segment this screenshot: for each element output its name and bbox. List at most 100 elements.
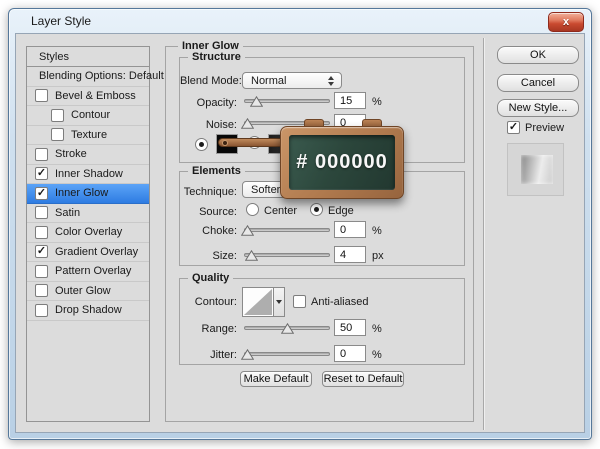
style-checkbox[interactable]: [35, 89, 48, 103]
size-slider[interactable]: [244, 248, 330, 262]
preview-thumbnail: [521, 155, 553, 184]
sidebar-item-inner-glow[interactable]: ✓ Inner Glow: [27, 184, 149, 204]
close-button[interactable]: x: [548, 12, 584, 32]
technique-label: Technique:: [183, 186, 237, 198]
sidebar-list: Blending Options: Default Bevel & Emboss C…: [27, 67, 164, 321]
contour-dropdown-button[interactable]: [274, 287, 285, 317]
reset-default-button[interactable]: Reset to Default: [322, 371, 404, 387]
style-checkbox[interactable]: [35, 284, 48, 298]
sidebar-item-label: Gradient Overlay: [55, 245, 139, 258]
sidebar-item-label: Pattern Overlay: [55, 265, 132, 278]
sidebar-item-bevel-emboss[interactable]: Bevel & Emboss: [27, 87, 149, 106]
panel-divider: [483, 38, 484, 430]
style-checkbox[interactable]: ✓: [35, 245, 48, 259]
sidebar-item-label: Outer Glow: [55, 284, 111, 297]
sidebar-item-inner-shadow[interactable]: ✓ Inner Shadow: [27, 165, 149, 184]
antialiased-checkbox[interactable]: [293, 295, 306, 308]
style-checkbox[interactable]: [35, 206, 48, 220]
slider-thumb[interactable]: [250, 96, 264, 107]
quality-legend: Quality: [188, 272, 234, 284]
style-checkbox[interactable]: [51, 108, 64, 122]
choke-unit: %: [372, 225, 382, 237]
new-style-button[interactable]: New Style...: [497, 99, 579, 117]
opacity-input[interactable]: [334, 92, 366, 109]
size-label: Size:: [212, 250, 237, 262]
source-edge-radio[interactable]: [310, 203, 323, 216]
jitter-label: Jitter:: [210, 349, 237, 361]
style-checkbox[interactable]: ✓: [35, 186, 48, 200]
slider-track[interactable]: [244, 228, 330, 232]
sidebar-item-satin[interactable]: Satin: [27, 204, 149, 223]
spinner-icon: [326, 75, 335, 86]
sidebar-item-label: Color Overlay: [55, 226, 123, 239]
sidebar-item-pattern-overlay[interactable]: Pattern Overlay: [27, 262, 149, 282]
chalkboard-text: # 000000: [296, 151, 388, 173]
cancel-button[interactable]: Cancel: [497, 74, 579, 92]
sidebar-item-label: Inner Glow: [55, 187, 109, 200]
screen: Layer Style x Styles Blending Options: D…: [0, 0, 600, 449]
sidebar-item-blending-options-default[interactable]: Blending Options: Default: [27, 67, 164, 87]
jitter-slider[interactable]: [240, 347, 330, 361]
style-checkbox[interactable]: [35, 147, 48, 161]
range-slider[interactable]: [244, 321, 330, 335]
source-label: Source:: [199, 206, 237, 218]
style-checkbox[interactable]: [51, 128, 64, 142]
inner-glow-panel: Inner Glow Structure Blend Mode: Normal …: [165, 40, 474, 422]
contour-label: Contour:: [194, 296, 237, 308]
chalkboard-surface: # 000000: [289, 135, 395, 190]
opacity-label: Opacity:: [196, 97, 237, 109]
choke-input[interactable]: [334, 221, 366, 238]
sidebar-item-label: Drop Shadow: [55, 304, 122, 317]
chalkboard-tooltip: # 000000: [280, 126, 404, 199]
preview-label: Preview: [525, 122, 565, 134]
close-icon: x: [562, 16, 570, 28]
style-checkbox[interactable]: [35, 264, 48, 278]
blend-mode-select[interactable]: Normal: [242, 72, 342, 89]
slider-thumb[interactable]: [240, 225, 254, 236]
source-edge-label: Edge: [328, 205, 354, 217]
style-checkbox[interactable]: [35, 303, 48, 317]
opacity-slider[interactable]: [244, 94, 330, 108]
quality-group: Quality Contour: Anti-aliased Range: 50 …: [179, 272, 465, 365]
sidebar-item-stroke[interactable]: Stroke: [27, 145, 149, 165]
choke-slider[interactable]: [240, 223, 330, 237]
antialiased-label: Anti-aliased: [311, 296, 369, 308]
structure-legend: Structure: [188, 51, 245, 63]
make-default-button[interactable]: Make Default: [240, 371, 312, 387]
sidebar-item-label: Contour: [71, 109, 111, 122]
sidebar-item-contour[interactable]: Contour: [27, 106, 149, 126]
jitter-input[interactable]: [334, 345, 366, 362]
contour-picker[interactable]: [242, 287, 274, 317]
check-icon: ✓: [508, 121, 519, 133]
blend-mode-value: Normal: [251, 74, 287, 87]
sidebar-item-label: Texture: [71, 128, 108, 141]
jitter-unit: %: [372, 349, 382, 361]
size-input[interactable]: [334, 246, 366, 263]
range-input[interactable]: [334, 319, 366, 336]
slider-thumb[interactable]: [240, 118, 254, 129]
slider-thumb[interactable]: [280, 323, 294, 334]
sidebar-item-label: Inner Shadow: [55, 167, 123, 180]
range-unit: %: [372, 323, 382, 335]
source-center-radio[interactable]: [246, 203, 259, 216]
sidebar-item-color-overlay[interactable]: Color Overlay: [27, 223, 149, 243]
layer-style-dialog: Layer Style x Styles Blending Options: D…: [8, 8, 592, 440]
blend-mode-label: Blend Mode:: [180, 75, 242, 87]
slider-track[interactable]: [244, 352, 330, 356]
window-title: Layer Style: [31, 14, 92, 28]
slider-thumb[interactable]: [240, 349, 254, 360]
choke-label: Choke:: [202, 225, 237, 237]
sidebar-item-gradient-overlay[interactable]: ✓ Gradient Overlay: [27, 243, 149, 262]
style-checkbox[interactable]: [35, 225, 48, 239]
glow-color-radio[interactable]: [195, 138, 208, 151]
preview-checkbox[interactable]: ✓: [507, 121, 520, 134]
size-unit: px: [372, 250, 384, 262]
sidebar-item-outer-glow[interactable]: Outer Glow: [27, 282, 149, 301]
style-checkbox[interactable]: ✓: [35, 167, 48, 181]
slider-thumb[interactable]: [245, 250, 259, 261]
titlebar[interactable]: Layer Style x: [9, 9, 591, 33]
ok-button[interactable]: OK: [497, 46, 579, 64]
sidebar-item-drop-shadow[interactable]: Drop Shadow: [27, 301, 149, 321]
chevron-down-icon: [276, 300, 282, 304]
sidebar-item-texture[interactable]: Texture: [27, 126, 149, 145]
